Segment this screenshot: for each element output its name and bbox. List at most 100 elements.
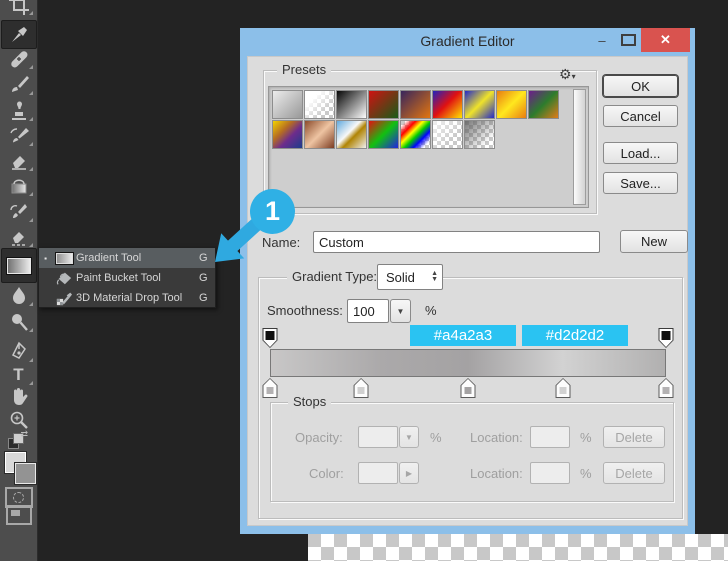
background-eraser-tool-icon[interactable] [0, 225, 37, 249]
presets-scrollbar[interactable] [573, 89, 586, 205]
eraser-tool-icon[interactable] [0, 149, 37, 173]
clone-stamp-tool-icon[interactable] [0, 99, 37, 123]
dialog-content: Presets ⚙▾ [247, 56, 688, 526]
close-button[interactable]: ✕ [641, 28, 690, 52]
minimize-button[interactable]: – [589, 28, 615, 52]
preset-thumbnail-neutral-density[interactable] [464, 120, 495, 149]
preset-thumbnail-violet-orange[interactable] [400, 90, 431, 119]
preset-thumbnail-foreground-to-background[interactable] [272, 90, 303, 119]
smoothness-input[interactable] [347, 299, 389, 323]
color-callout-d2d2d2: #d2d2d2 [522, 325, 628, 346]
background-color-swatch [14, 462, 37, 485]
location-top-percent: % [580, 430, 592, 445]
color-stop-23[interactable] [354, 378, 369, 398]
dialog-titlebar[interactable]: Gradient Editor – ✕ [240, 28, 695, 56]
gradient-tool-icon [6, 257, 32, 275]
art-history-brush-tool-icon[interactable] [0, 200, 37, 224]
cancel-button[interactable]: Cancel [603, 105, 678, 127]
preset-thumbnail-yellow-violet-orange-blue[interactable] [272, 120, 303, 149]
history-brush-tool-icon[interactable] [0, 124, 37, 148]
opacity-input [358, 426, 398, 448]
color-swatch-combo: ▶ [358, 462, 419, 484]
gradient-editor-dialog: Gradient Editor – ✕ Presets ⚙▾ [240, 28, 695, 534]
hand-tool-icon[interactable] [0, 384, 37, 408]
blur-tool-icon[interactable] [0, 284, 37, 308]
eyedropper-tool-selected-box[interactable] [1, 20, 37, 49]
screen-mode-icon[interactable] [0, 503, 37, 527]
opacity-dropdown-button: ▼ [399, 426, 419, 448]
preset-thumbnail-spectrum[interactable] [368, 120, 399, 149]
ok-button[interactable]: OK [603, 75, 678, 97]
preset-thumbnail-chrome[interactable] [336, 120, 367, 149]
location-bottom-input [530, 462, 570, 484]
opacity-stop-right[interactable] [659, 328, 674, 348]
preset-thumbnail-transparent-rainbow[interactable] [400, 120, 431, 149]
gradient-tool-selected-box[interactable] [1, 248, 37, 283]
opacity-stop-left[interactable] [263, 328, 278, 348]
smoothness-dropdown-button[interactable]: ▼ [390, 299, 411, 323]
smoothness-label: Smoothness: [267, 303, 343, 318]
location-bottom-label: Location: [470, 466, 523, 481]
presets-label: Presets [277, 62, 331, 78]
color-dropdown-button: ▶ [399, 462, 419, 484]
selected-bullet: ▪ [39, 254, 52, 263]
preset-thumbnail-red-green[interactable] [368, 90, 399, 119]
delete-color-stop-button: Delete [603, 462, 665, 484]
paint-bucket-tool-icon[interactable] [0, 174, 37, 198]
maximize-icon [621, 34, 636, 46]
preset-thumbnail-blue-red-yellow[interactable] [432, 90, 463, 119]
color-stop-74[interactable] [556, 378, 571, 398]
opacity-percent: % [430, 430, 442, 445]
spot-healing-brush-tool-icon[interactable] [0, 47, 37, 71]
location-top-label: Location: [470, 430, 523, 445]
stops-label: Stops [288, 394, 331, 410]
close-icon: ✕ [660, 32, 671, 48]
gear-dropdown-arrow: ▾ [572, 72, 576, 81]
color-stop-100[interactable] [659, 378, 674, 398]
gradient-tool-flyout-menu: ▪ Gradient Tool G Paint Bucket Tool G 3D… [38, 247, 216, 308]
load-button[interactable]: Load... [603, 142, 678, 164]
flyout-item-paint-bucket-tool[interactable]: Paint Bucket Tool G [39, 268, 215, 288]
opacity-field-label: Opacity: [295, 430, 343, 445]
crop-tool-icon[interactable] [0, 0, 37, 17]
preset-thumbnail-copper[interactable] [304, 120, 335, 149]
preset-thumbnail-transparent-stripes[interactable] [432, 120, 463, 149]
paint-bucket-mini-icon [52, 270, 76, 286]
color-swatch [358, 462, 398, 484]
presets-menu-gear-icon[interactable]: ⚙▾ [559, 67, 576, 84]
pen-tool-icon[interactable] [0, 340, 37, 364]
dodge-tool-icon[interactable] [0, 310, 37, 334]
preset-thumbnail-foreground-to-transparent[interactable] [304, 90, 335, 119]
preset-thumbnail-black-white[interactable] [336, 90, 367, 119]
smoothness-percent: % [425, 303, 437, 318]
preset-thumbnail-orange-yellow-orange[interactable] [496, 90, 527, 119]
gradient-type-select[interactable]: Solid ▲▼ [377, 264, 443, 290]
stops-groupbox [270, 402, 674, 502]
flyout-item-3d-material-drop-tool[interactable]: 3D Material Drop Tool G [39, 288, 215, 308]
flyout-item-gradient-tool[interactable]: ▪ Gradient Tool G [39, 248, 215, 268]
maximize-button[interactable] [615, 28, 641, 52]
color-stop-0[interactable] [263, 378, 278, 398]
tool-palette: T ⇄ [0, 0, 38, 561]
smoothness-control: ▼ [347, 299, 411, 323]
color-stop-50[interactable] [461, 378, 476, 398]
gradient-preview-bar[interactable] [270, 349, 666, 377]
location-top-input [530, 426, 570, 448]
gradient-tool-mini-icon [52, 252, 76, 265]
name-input[interactable] [313, 231, 600, 253]
material-drop-mini-icon [52, 290, 76, 306]
save-button[interactable]: Save... [603, 172, 678, 194]
color-callout-a4a2a3: #a4a2a3 [410, 325, 516, 346]
location-bottom-percent: % [580, 466, 592, 481]
color-field-label: Color: [309, 466, 344, 481]
step-number-badge: 1 [250, 189, 295, 234]
preset-thumbnail-purple-green-orange[interactable] [528, 90, 559, 119]
new-button[interactable]: New [620, 230, 688, 253]
delete-opacity-stop-button: Delete [603, 426, 665, 448]
transparency-checkerboard [308, 534, 728, 561]
preset-thumbnail-blue-yellow-blue[interactable] [464, 90, 495, 119]
brush-tool-icon[interactable] [0, 73, 37, 97]
spinner-arrows-icon: ▲▼ [427, 271, 442, 283]
foreground-background-swatches[interactable] [0, 447, 37, 487]
opacity-combo: ▼ [358, 426, 419, 448]
